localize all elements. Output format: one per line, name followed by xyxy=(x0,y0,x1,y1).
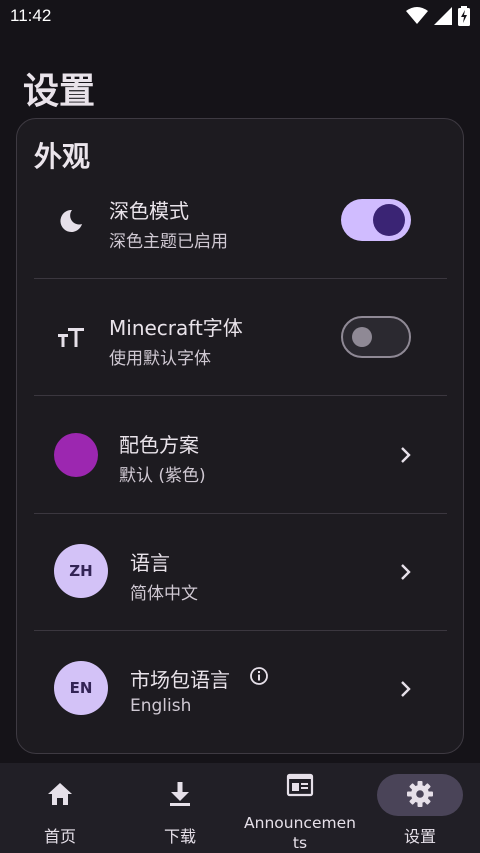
moon-icon xyxy=(57,207,85,235)
nav-label-download: 下载 xyxy=(163,827,196,846)
appearance-card: 外观 深色模式 深色主题已启用 Minecraft字体 使用默认字体 配色方案 … xyxy=(16,118,464,754)
toggle-knob xyxy=(373,204,405,236)
minecraft-font-title: Minecraft字体 xyxy=(109,316,243,340)
info-icon[interactable] xyxy=(249,666,269,686)
dark-mode-title: 深色模式 xyxy=(109,199,189,223)
dark-mode-subtitle: 深色主题已启用 xyxy=(109,232,228,252)
status-icons xyxy=(406,6,470,26)
market-language-row[interactable]: EN 市场包语言 English xyxy=(17,631,465,748)
nav-label-announcements: Announcements xyxy=(244,814,356,852)
color-swatch xyxy=(54,433,98,477)
toggle-knob xyxy=(352,327,372,347)
chevron-right-icon xyxy=(395,562,415,582)
color-scheme-subtitle: 默认 (紫色) xyxy=(119,466,206,486)
color-scheme-title: 配色方案 xyxy=(119,433,199,457)
nav-label-home: 首页 xyxy=(43,827,76,846)
text-size-icon xyxy=(57,323,85,351)
battery-icon xyxy=(458,6,470,26)
chevron-right-icon xyxy=(395,445,415,465)
nav-item-home[interactable]: 首页 xyxy=(0,763,120,853)
status-bar: 11:42 xyxy=(0,0,480,32)
nav-label-settings: 设置 xyxy=(403,827,436,846)
minecraft-font-toggle[interactable] xyxy=(341,316,411,358)
bottom-nav: 首页 下载 Announcements 设置 xyxy=(0,763,480,853)
language-title: 语言 xyxy=(130,551,170,575)
nav-item-announcements[interactable]: Announcements xyxy=(240,763,360,853)
market-language-title: 市场包语言 xyxy=(130,668,230,692)
market-language-badge: EN xyxy=(54,661,108,715)
market-language-subtitle: English xyxy=(130,696,192,716)
download-icon xyxy=(164,778,196,810)
wifi-icon xyxy=(406,7,428,25)
dark-mode-toggle[interactable] xyxy=(341,199,411,241)
language-badge: ZH xyxy=(54,544,108,598)
signal-icon xyxy=(434,7,452,25)
status-time: 11:42 xyxy=(10,6,52,25)
chevron-right-icon xyxy=(395,679,415,699)
nav-item-settings[interactable]: 设置 xyxy=(360,763,480,853)
home-icon xyxy=(44,778,76,810)
gear-icon xyxy=(404,778,436,810)
announcements-icon xyxy=(284,769,316,801)
color-scheme-row[interactable]: 配色方案 默认 (紫色) xyxy=(17,396,465,513)
language-row[interactable]: ZH 语言 简体中文 xyxy=(17,514,465,631)
page-title: 设置 xyxy=(23,71,96,112)
nav-item-download[interactable]: 下载 xyxy=(120,763,240,853)
dark-mode-row[interactable]: 深色模式 深色主题已启用 xyxy=(17,161,465,278)
minecraft-font-row[interactable]: Minecraft字体 使用默认字体 xyxy=(17,279,465,396)
language-subtitle: 简体中文 xyxy=(130,584,198,604)
minecraft-font-subtitle: 使用默认字体 xyxy=(109,349,211,369)
